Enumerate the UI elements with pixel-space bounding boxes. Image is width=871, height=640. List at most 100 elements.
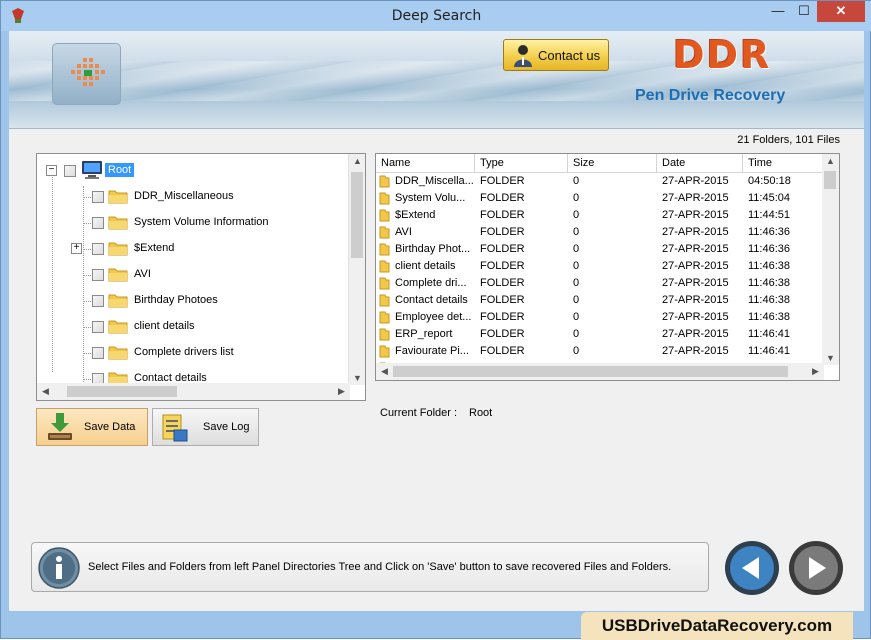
window-title: Deep Search [391,8,482,24]
folder-file-count: 21 Folders, 101 Files [737,134,840,146]
client-area: Contact us DDR Pen Drive Recovery 21 Fol… [9,31,864,611]
table-row[interactable]: AVI FOLDER 0 27-APR-2015 11:46:36 [376,224,824,241]
collapse-toggle[interactable]: − [46,165,57,176]
scroll-thumb[interactable] [67,386,177,397]
table-row[interactable]: client details FOLDER 0 27-APR-2015 11:46:38 [376,258,824,275]
table-cell: 27-APR-2015 [662,277,729,289]
tree-checkbox[interactable] [92,269,104,281]
tree-checkbox[interactable] [92,191,104,203]
file-list[interactable]: Name Type Size Date Time DDR_Miscella...… [375,153,840,381]
scroll-thumb[interactable] [351,172,363,258]
folder-icon [379,328,390,341]
scroll-left-arrow[interactable]: ◀ [376,366,393,377]
list-horizontal-scrollbar[interactable]: ◀ ▶ [376,363,824,380]
table-cell: 11:46:38 [748,311,791,323]
close-button[interactable]: ✕ [817,1,865,22]
table-cell: 0 [573,294,580,306]
folder-icon [108,268,128,282]
table-row[interactable]: $Extend FOLDER 0 27-APR-2015 11:44:51 [376,207,824,224]
tree-vertical-scrollbar[interactable]: ▲ ▼ [348,154,365,385]
scroll-down-arrow[interactable]: ▼ [822,353,839,363]
table-row[interactable]: DDR_Miscella... FOLDER 0 27-APR-2015 04:50:1… [376,173,824,190]
table-cell: FOLDER [480,311,525,323]
tree-checkbox[interactable] [92,295,104,307]
log-document-icon [162,414,188,442]
table-cell: 11:46:38 [748,260,791,272]
table-cell: FOLDER [480,243,525,255]
tree-node[interactable]: Birthday Photoes [37,290,357,312]
expand-toggle[interactable]: + [71,243,82,254]
directory-tree[interactable]: − Root DDR_Miscellaneous System Volume In… [36,153,366,401]
scroll-down-arrow[interactable]: ▼ [349,373,365,383]
table-cell: $Extend [395,209,436,221]
contact-us-label: Contact us [538,48,601,63]
minimize-button[interactable]: — [765,1,791,22]
list-header: Name Type Size Date Time [376,154,824,173]
table-cell: 11:46:36 [748,243,791,255]
tree-node[interactable]: AVI [37,264,357,286]
column-header-type[interactable]: Type [475,154,568,173]
save-log-button[interactable]: Save Log [152,408,259,446]
tree-checkbox[interactable] [64,165,76,177]
save-data-button[interactable]: Save Data [36,408,148,446]
scroll-left-arrow[interactable]: ◀ [37,386,54,397]
column-header-size[interactable]: Size [568,154,657,173]
table-cell: 11:45:04 [748,192,791,204]
tree-checkbox[interactable] [92,347,104,359]
table-cell: 04:50:18 [748,175,791,187]
folder-icon [379,175,390,188]
tree-node[interactable]: client details [37,316,357,338]
folder-icon [379,243,390,256]
tree-node-label: AVI [134,268,151,280]
scroll-thumb[interactable] [824,171,836,189]
tree-root-label: Root [105,163,135,177]
maximize-button[interactable]: ☐ [791,1,817,22]
current-folder-label: Current Folder : [380,407,458,419]
next-button[interactable] [788,540,844,596]
tree-node[interactable]: Complete drivers list [37,342,357,364]
column-header-date[interactable]: Date [657,154,743,173]
scroll-thumb[interactable] [393,366,788,377]
folder-icon [379,345,390,358]
table-cell: 27-APR-2015 [662,209,729,221]
save-log-label: Save Log [203,421,250,433]
table-row[interactable]: System Volu... FOLDER 0 27-APR-2015 11:45:04 [376,190,824,207]
back-button[interactable] [724,540,780,596]
table-row[interactable]: Employee det... FOLDER 0 27-APR-2015 11:46:3… [376,309,824,326]
table-row[interactable]: Contact details FOLDER 0 27-APR-2015 11:46:3… [376,292,824,309]
scroll-up-arrow[interactable]: ▲ [822,156,839,166]
contact-us-button[interactable]: Contact us [503,39,609,71]
brand-logo: DDR [673,33,772,77]
folder-icon [108,242,128,256]
tree-checkbox[interactable] [92,217,104,229]
table-cell: 27-APR-2015 [662,345,729,357]
table-cell: 0 [573,260,580,272]
table-row[interactable]: Complete dri... FOLDER 0 27-APR-2015 11:46:3… [376,275,824,292]
column-header-time[interactable]: Time [743,154,824,173]
save-data-label: Save Data [84,421,136,433]
folder-icon [379,277,390,290]
person-icon [514,45,532,67]
info-icon [38,547,80,589]
scroll-up-arrow[interactable]: ▲ [349,156,365,166]
tree-node[interactable]: + $Extend [37,238,357,260]
column-header-name[interactable]: Name [376,154,475,173]
table-row[interactable]: Faviourate Pi... FOLDER 0 27-APR-2015 11:46:… [376,343,824,360]
table-cell: DDR_Miscella... [395,175,473,187]
title-bar[interactable]: Deep Search — ☐ ✕ [1,1,871,31]
list-vertical-scrollbar[interactable]: ▲ ▼ [822,154,839,365]
tree-checkbox[interactable] [92,321,104,333]
scroll-right-arrow[interactable]: ▶ [333,386,350,397]
scroll-right-arrow[interactable]: ▶ [807,366,824,377]
tree-node-root[interactable]: − Root [37,160,357,182]
tree-node[interactable]: DDR_Miscellaneous [37,186,357,208]
table-cell: FOLDER [480,260,525,272]
table-row[interactable]: Birthday Phot... FOLDER 0 27-APR-2015 11:46:… [376,241,824,258]
table-row[interactable]: ERP_report FOLDER 0 27-APR-2015 11:46:41 [376,326,824,343]
tree-checkbox[interactable] [92,243,104,255]
folder-icon [108,294,128,308]
tree-horizontal-scrollbar[interactable]: ◀ ▶ [37,383,350,400]
table-cell: 27-APR-2015 [662,294,729,306]
banner: Contact us DDR Pen Drive Recovery [9,31,864,129]
tree-node[interactable]: System Volume Information [37,212,357,234]
